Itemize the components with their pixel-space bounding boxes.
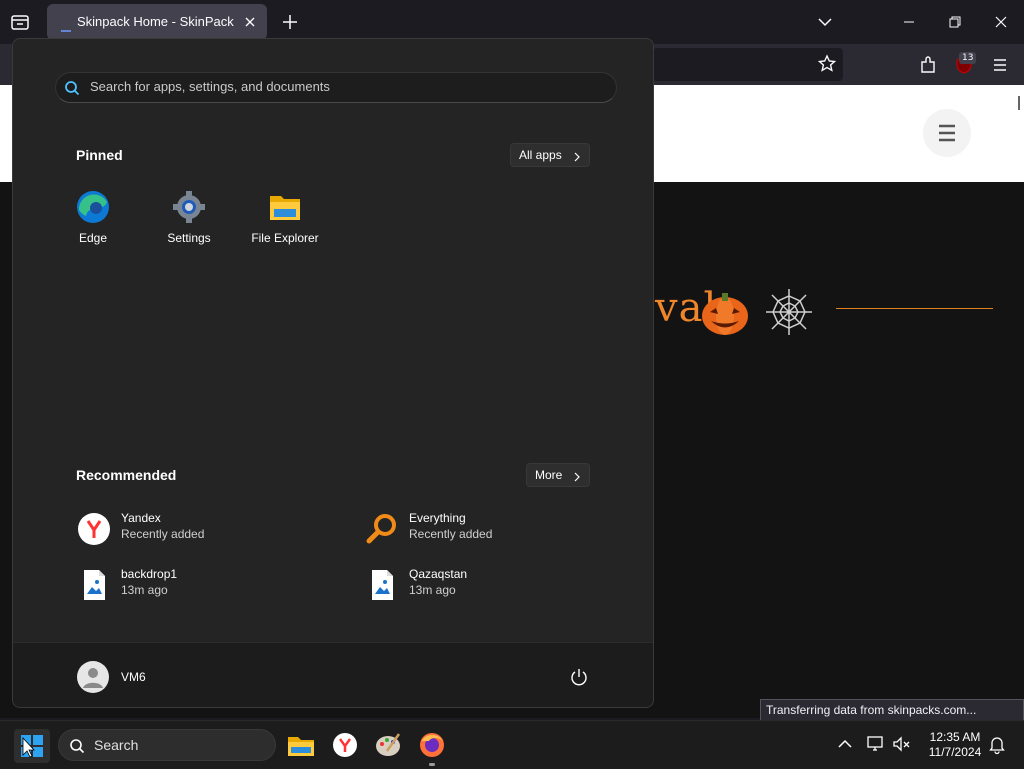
- pinned-app-label: File Explorer: [251, 231, 319, 245]
- recommended-item-yandex[interactable]: Yandex Recently added: [77, 509, 337, 549]
- file-explorer-taskbar-icon[interactable]: [286, 729, 316, 761]
- taskbar-clock[interactable]: 12:35 AM 11/7/2024: [920, 730, 990, 760]
- pinned-app-label: Settings: [167, 231, 211, 245]
- recommended-name: Yandex: [121, 511, 161, 525]
- settings-gear-icon: [172, 190, 206, 224]
- taskbar-search-label: Search: [94, 737, 139, 753]
- recommended-name: Qazaqstan: [409, 567, 468, 581]
- image-file-icon: [77, 568, 111, 602]
- recommended-sub: 13m ago: [409, 583, 456, 597]
- restore-icon[interactable]: [942, 10, 968, 34]
- recommended-name: Everything: [409, 511, 466, 525]
- minimize-icon[interactable]: [896, 10, 922, 34]
- all-apps-label: All apps: [519, 148, 562, 162]
- recommended-sub: 13m ago: [121, 583, 168, 597]
- search-icon: [64, 80, 80, 96]
- pumpkin-icon: [700, 290, 750, 336]
- clock-date: 11/7/2024: [928, 745, 982, 759]
- search-placeholder: Search for apps, settings, and documents: [90, 79, 330, 94]
- more-label: More: [535, 468, 563, 482]
- recommended-item-backdrop1[interactable]: backdrop1 13m ago: [77, 565, 337, 605]
- yandex-taskbar-icon[interactable]: [330, 729, 360, 761]
- power-icon[interactable]: [569, 667, 589, 687]
- tab-title: Skinpack Home - SkinPack: [77, 14, 234, 29]
- clock-time: 12:35 AM: [929, 730, 981, 744]
- scrollbar-thumb[interactable]: [1018, 96, 1020, 110]
- spiderweb-icon: [764, 287, 814, 337]
- chevron-down-icon[interactable]: [815, 12, 835, 32]
- windows-logo-icon: [21, 735, 43, 758]
- active-app-indicator: [429, 763, 435, 766]
- extension-badge: 13: [959, 52, 977, 64]
- tab-list-icon[interactable]: [8, 11, 32, 33]
- network-icon[interactable]: [865, 733, 887, 755]
- user-avatar-icon[interactable]: [77, 661, 109, 693]
- magnifier-icon: [365, 512, 399, 546]
- recommended-title: Recommended: [76, 467, 177, 483]
- image-file-icon: [365, 568, 399, 602]
- start-menu: Search for apps, settings, and documents…: [12, 38, 654, 708]
- new-tab-icon[interactable]: [280, 12, 300, 32]
- paint-palette-taskbar-icon[interactable]: [373, 729, 403, 761]
- tab-skinpack-home[interactable]: Skinpack Home - SkinPack: [47, 4, 267, 40]
- folder-icon: [268, 190, 302, 224]
- recommended-name: backdrop1: [121, 567, 178, 581]
- pinned-app-settings[interactable]: Settings: [144, 190, 234, 262]
- pinned-title: Pinned: [76, 147, 123, 163]
- divider-line: [836, 308, 993, 309]
- recommended-sub: Recently added: [409, 527, 493, 541]
- firefox-taskbar-icon[interactable]: [417, 729, 447, 761]
- loading-icon: [61, 19, 71, 32]
- app-menu-icon[interactable]: [988, 53, 1012, 77]
- pinned-app-label: Edge: [78, 231, 108, 245]
- start-search-input[interactable]: Search for apps, settings, and documents: [55, 72, 617, 103]
- url-bar[interactable]: [653, 48, 843, 81]
- all-apps-button[interactable]: All apps: [510, 143, 590, 167]
- notification-bell-icon[interactable]: [986, 733, 1008, 755]
- volume-muted-icon[interactable]: [890, 733, 912, 755]
- bookmark-star-icon[interactable]: [815, 52, 839, 76]
- edge-icon: [76, 190, 110, 224]
- recommended-item-everything[interactable]: Everything Recently added: [365, 509, 625, 549]
- start-footer: VM6: [13, 642, 653, 707]
- user-name[interactable]: VM6: [121, 670, 146, 684]
- close-tab-icon[interactable]: [241, 13, 259, 31]
- taskbar: Search 12:35 AM 11/7/2024: [0, 720, 1024, 769]
- status-tooltip: Transferring data from skinpacks.com...: [760, 699, 1024, 721]
- recommended-sub: Recently added: [121, 527, 205, 541]
- chevron-up-icon[interactable]: [834, 733, 856, 755]
- pinned-app-file-explorer[interactable]: File Explorer: [240, 190, 330, 262]
- yandex-icon: [77, 512, 111, 546]
- more-button[interactable]: More: [526, 463, 590, 487]
- chevron-right-icon: [573, 471, 581, 482]
- taskbar-search-box[interactable]: Search: [58, 729, 276, 761]
- start-button[interactable]: [14, 729, 50, 763]
- recommended-item-qazaqstan[interactable]: Qazaqstan 13m ago: [365, 565, 625, 605]
- extensions-puzzle-icon[interactable]: [917, 53, 941, 77]
- search-icon: [69, 738, 85, 754]
- pinned-app-edge[interactable]: Edge: [48, 190, 138, 262]
- chevron-right-icon: [573, 151, 581, 162]
- close-window-icon[interactable]: [988, 10, 1014, 34]
- site-menu-button[interactable]: [923, 109, 971, 157]
